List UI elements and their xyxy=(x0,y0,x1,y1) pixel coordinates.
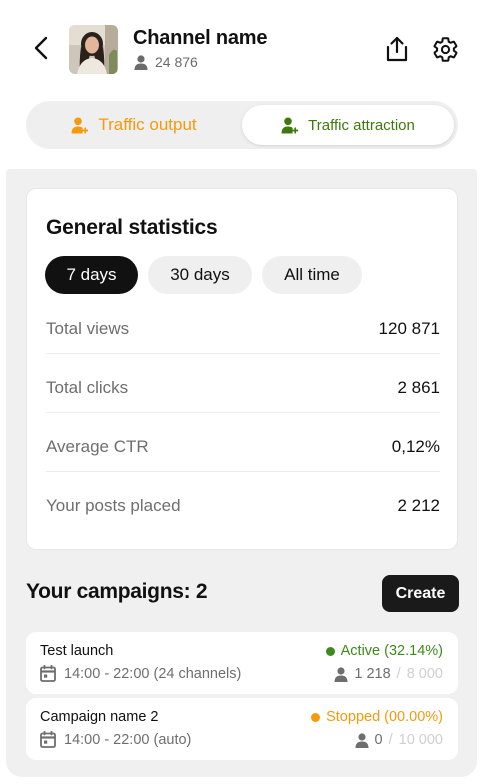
campaign-card-campaign-name-2[interactable]: Campaign name 2 14:00 - 22:00 (auto) Sto… xyxy=(26,698,458,760)
divider xyxy=(46,412,440,413)
reach-max: 10 000 xyxy=(398,732,443,748)
reach-max: 8 000 xyxy=(406,666,443,682)
stat-value: 0,12% xyxy=(391,436,440,456)
stats-title: General statistics xyxy=(46,216,218,239)
settings-button[interactable] xyxy=(431,35,459,63)
reach-separator: / xyxy=(388,732,393,748)
channel-title: Channel name xyxy=(133,27,268,49)
campaign-status: Active (32.14%) xyxy=(325,643,443,659)
tab-traffic-attraction[interactable]: Traffic attraction xyxy=(242,105,454,145)
subscriber-count: 24 876 xyxy=(134,54,198,70)
user-add-icon xyxy=(71,117,89,134)
stat-label: Your posts placed xyxy=(46,495,181,515)
stat-label: Average CTR xyxy=(46,436,149,456)
general-statistics-card: General statistics 7 days 30 days All ti… xyxy=(26,188,458,550)
campaign-status-text: Stopped (00.00%) xyxy=(326,709,443,725)
subscriber-count-value: 24 876 xyxy=(155,54,198,70)
campaign-reach: 1 218 / 8 000 xyxy=(334,666,443,682)
back-button[interactable] xyxy=(28,34,54,62)
campaign-name: Campaign name 2 xyxy=(40,709,159,725)
tab-traffic-attraction-label: Traffic attraction xyxy=(308,116,415,134)
share-button[interactable] xyxy=(383,34,411,64)
reach-current: 1 218 xyxy=(354,666,391,682)
status-dot xyxy=(311,712,321,722)
reach-current: 0 xyxy=(374,732,383,748)
traffic-tabs: Traffic output Traffic attraction xyxy=(26,101,458,149)
campaign-card-test-launch[interactable]: Test launch 14:00 - 22:00 (24 channels) … xyxy=(26,632,458,694)
user-add-icon xyxy=(281,117,299,134)
gear-icon xyxy=(433,36,457,62)
campaign-schedule: 14:00 - 22:00 (24 channels) xyxy=(40,665,241,682)
calendar-icon xyxy=(40,731,56,748)
period-7-days[interactable]: 7 days xyxy=(45,256,138,294)
user-icon xyxy=(334,666,348,682)
create-campaign-button[interactable]: Create xyxy=(382,575,459,612)
campaign-name: Test launch xyxy=(40,643,114,659)
campaign-schedule-text: 14:00 - 22:00 (24 channels) xyxy=(64,665,242,682)
campaign-status: Stopped (00.00%) xyxy=(311,709,443,725)
stat-label: Total clicks xyxy=(46,377,129,397)
tab-traffic-output-label: Traffic output xyxy=(98,115,197,134)
stat-row-total-clicks: Total clicks 2 861 xyxy=(46,358,440,417)
campaign-schedule-text: 14:00 - 22:00 (auto) xyxy=(64,731,192,748)
divider xyxy=(46,471,440,472)
campaign-reach: 0 / 10 000 xyxy=(355,732,443,748)
stat-label: Total views xyxy=(46,318,130,338)
reach-separator: / xyxy=(396,666,401,682)
status-dot xyxy=(325,646,335,656)
stat-row-posts-placed: Your posts placed 2 212 xyxy=(46,476,440,535)
divider xyxy=(46,353,440,354)
tab-traffic-output[interactable]: Traffic output xyxy=(30,105,238,145)
period-30-days[interactable]: 30 days xyxy=(148,256,252,294)
avatar xyxy=(69,25,118,74)
stat-value: 2 212 xyxy=(397,495,440,515)
header: Channel name 24 876 xyxy=(0,0,483,96)
user-icon xyxy=(355,732,369,748)
period-all-time[interactable]: All time xyxy=(262,256,362,294)
share-icon xyxy=(386,36,408,62)
stat-value: 2 861 xyxy=(397,377,440,397)
user-icon xyxy=(134,54,148,70)
stat-row-total-views: Total views 120 871 xyxy=(46,299,440,358)
stat-value: 120 871 xyxy=(378,318,440,338)
campaigns-title: Your campaigns: 2 xyxy=(26,580,208,603)
campaign-status-text: Active (32.14%) xyxy=(340,643,443,659)
calendar-icon xyxy=(40,665,56,682)
back-arrow-icon xyxy=(34,36,48,60)
stat-row-average-ctr: Average CTR 0,12% xyxy=(46,417,440,476)
campaign-schedule: 14:00 - 22:00 (auto) xyxy=(40,731,191,748)
